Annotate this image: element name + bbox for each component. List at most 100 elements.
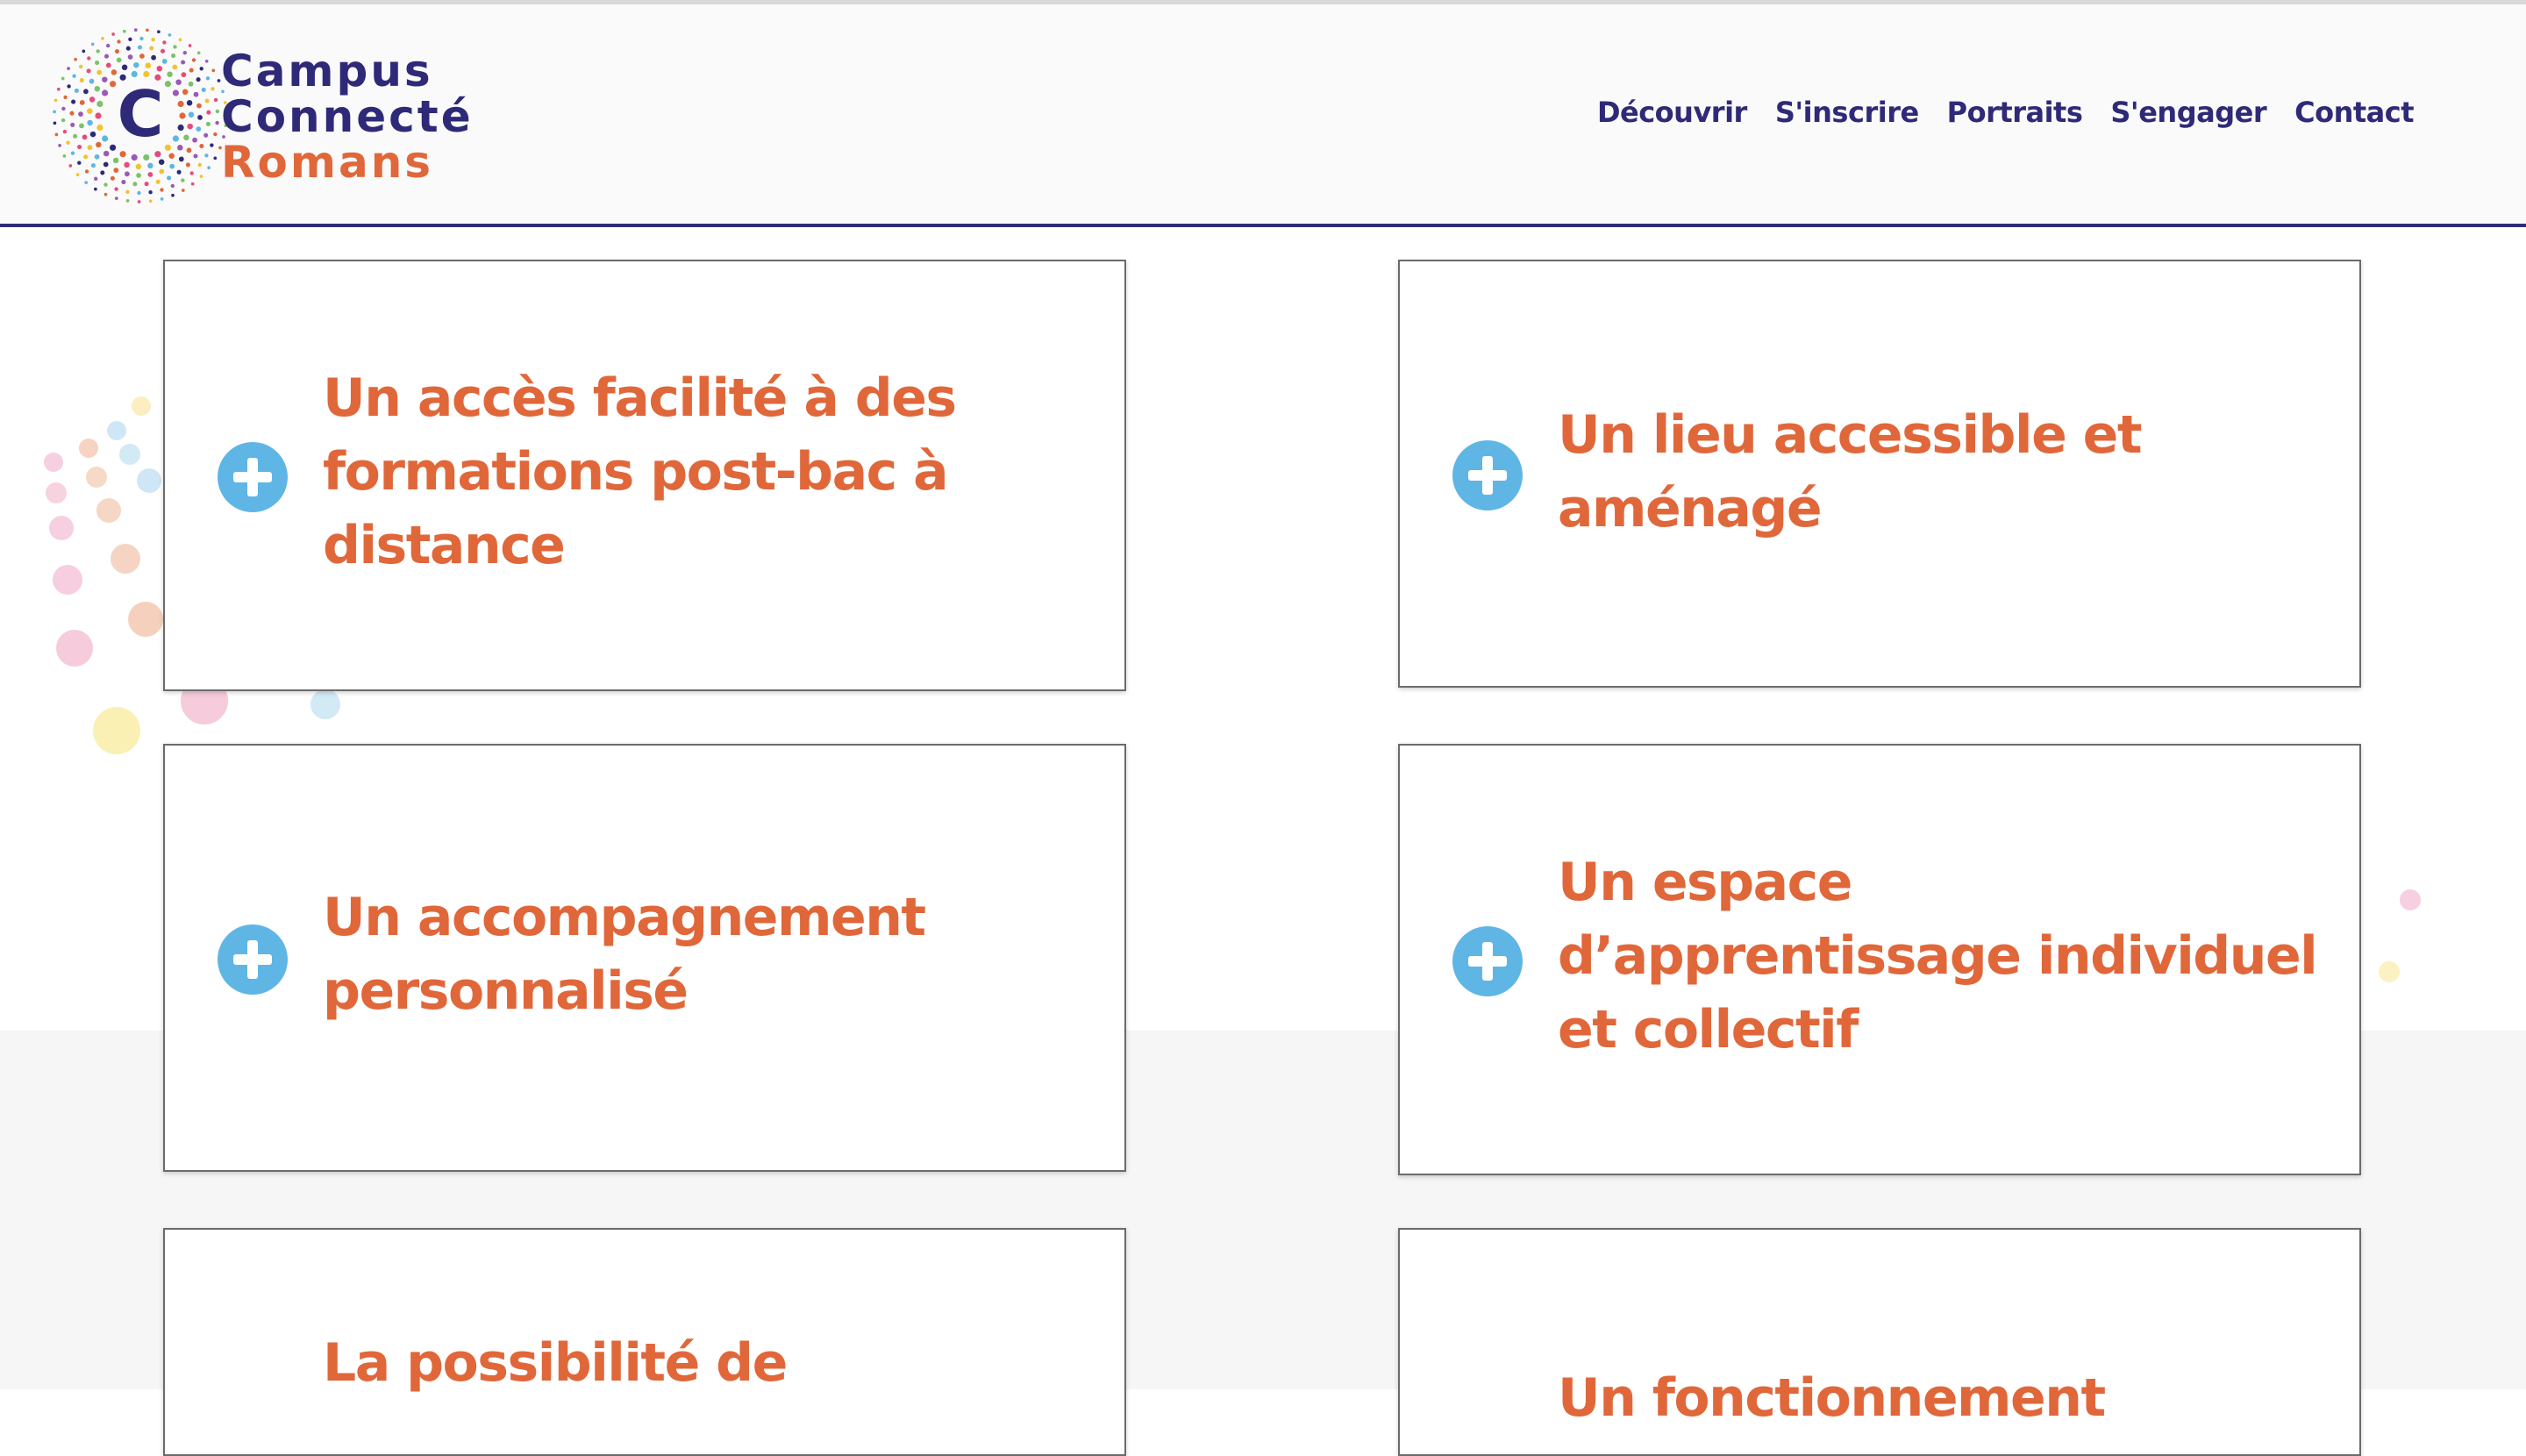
logo-dot (70, 122, 75, 127)
feature-card[interactable]: Un lieu accessible et aménagé (1398, 260, 2361, 688)
logo-dot (125, 189, 130, 194)
logo-dot (205, 121, 210, 126)
logo-dot (77, 145, 82, 150)
decor-dot (44, 453, 63, 472)
logo-dot (135, 163, 142, 170)
logo-dot (161, 59, 168, 64)
nav-item-portraits[interactable]: Portraits (1947, 96, 2083, 129)
logo-dot (148, 190, 153, 195)
logo-dot (210, 87, 215, 91)
card-title: Un espace d’apprentissage individuel et … (1558, 852, 2318, 1060)
logo-dot (171, 193, 175, 197)
logo-dot (103, 192, 108, 196)
logo-dot (125, 171, 130, 177)
logo-dot (196, 103, 202, 109)
decor-dot (2400, 889, 2421, 910)
logo-dot (199, 175, 203, 178)
decor-dot (96, 498, 121, 523)
logo-dot (155, 179, 161, 184)
logo-dot (206, 110, 211, 115)
logo-dot (67, 67, 70, 70)
logo-dot (189, 171, 194, 175)
logo-dot (68, 164, 73, 168)
confetti-logo-icon: C (53, 28, 228, 203)
logo-dot (54, 98, 58, 103)
logo-dot (203, 132, 209, 138)
feature-card[interactable]: Un espace d’apprentissage individuel et … (1398, 744, 2361, 1175)
decor-dot (93, 707, 140, 754)
logo-dot (103, 161, 109, 168)
logo-dot (58, 144, 61, 147)
logo-dot (119, 151, 126, 158)
logo-dot (215, 120, 219, 125)
nav-item-sengager[interactable]: S'engager (2110, 96, 2266, 129)
logo-dot (114, 49, 120, 54)
logo-dot (188, 44, 192, 47)
logo-dot (185, 162, 190, 168)
feature-card[interactable]: Un fonctionnement (1398, 1228, 2361, 1456)
logo-dot (199, 144, 204, 149)
logo-dot (96, 141, 102, 148)
plus-circle-icon[interactable] (1452, 926, 1523, 996)
logo-dot (164, 144, 171, 151)
logo-dot (177, 124, 184, 132)
logo-dot (94, 85, 101, 92)
feature-card[interactable]: La possibilité de (163, 1228, 1126, 1456)
feature-card[interactable]: Un accompagnement personnalisé (163, 744, 1126, 1172)
logo-dot (196, 77, 201, 82)
logo-dot (121, 64, 128, 71)
logo-dot (146, 28, 149, 32)
logo-dot (181, 60, 186, 65)
logo-dot (87, 119, 93, 126)
logo-dot (131, 153, 138, 161)
logo-dot (61, 106, 66, 111)
logo-dot (89, 96, 96, 103)
decor-dot (2379, 961, 2400, 982)
logo-dot (94, 176, 98, 181)
logo-dot (111, 32, 115, 36)
logo-dot (114, 187, 118, 191)
logo-dot (182, 51, 187, 55)
logo-dot (181, 72, 187, 78)
logo-dot (199, 67, 203, 71)
logo-dot (106, 43, 111, 48)
logo-dot (132, 182, 138, 187)
logo-dot (102, 89, 109, 96)
nav-item-contact[interactable]: Contact (2294, 96, 2414, 129)
logo-dot (187, 123, 193, 130)
logo-dot (100, 170, 105, 175)
logo-dot (73, 133, 78, 139)
logo-dot (188, 111, 195, 118)
plus-circle-icon[interactable] (1452, 440, 1523, 510)
logo-dot (96, 100, 103, 108)
logo-dot (87, 56, 91, 61)
logo-dot (86, 68, 91, 74)
card-title: Un fonctionnement (1558, 1367, 2106, 1429)
decor-dot (119, 444, 140, 465)
feature-card[interactable]: Un accès facilité à des formations post-… (163, 260, 1126, 691)
site-logo[interactable]: C Campus Connecté Romans (53, 24, 491, 208)
logo-dot (213, 97, 218, 103)
plus-circle-icon[interactable] (218, 442, 288, 512)
logo-dot (63, 95, 68, 100)
logo-dot (197, 115, 203, 120)
logo-dot (66, 140, 70, 145)
logo-dot (151, 54, 156, 61)
plus-circle-icon[interactable] (218, 924, 288, 995)
logo-dot (167, 175, 172, 181)
logo-dot (53, 110, 56, 114)
logo-dot (196, 126, 202, 132)
logo-dot (87, 145, 93, 151)
logo-dot (192, 137, 198, 143)
logo-dot (173, 45, 177, 49)
logo-dot (144, 182, 149, 187)
nav-item-sinscrire[interactable]: S'inscrire (1775, 96, 1919, 129)
logo-dot (71, 99, 76, 104)
logo-dot (164, 81, 171, 88)
logo-dot (167, 71, 173, 77)
logo-line-connecte: Connecté (221, 91, 474, 142)
logo-dot (136, 173, 141, 178)
decor-dot (53, 565, 82, 595)
logo-dot (54, 132, 59, 137)
nav-item-decouvrir[interactable]: Découvrir (1597, 96, 1747, 129)
